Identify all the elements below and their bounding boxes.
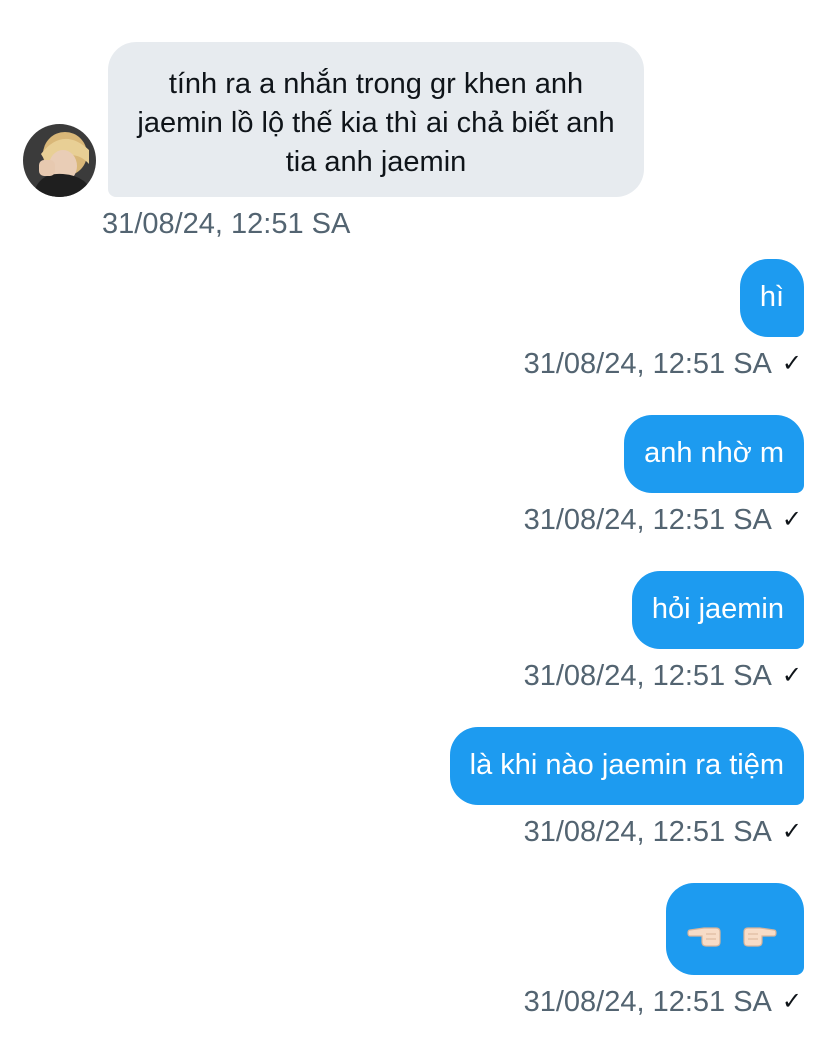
outgoing-message-timestamp: 31/08/24, 12:51 SA ✓ [524,814,802,850]
outgoing-message-timestamp: 31/08/24, 12:51 SA ✓ [524,346,802,382]
outgoing-message-text: hỏi jaemin [651,593,784,625]
outgoing-message-bubble[interactable]: anh nhờ m [624,415,804,493]
outgoing-message-timestamp: 31/08/24, 12:51 SA ✓ [524,984,802,1020]
timestamp-text: 31/08/24, 12:51 SA [523,348,772,380]
outgoing-message-timestamp: 31/08/24, 12:51 SA ✓ [524,502,802,538]
outgoing-message-text: là khi nào jaemin ra tiệm [469,749,784,781]
incoming-message-bubble[interactable]: tính ra a nhắn trong gr khen anh jaemin … [108,42,644,197]
outgoing-message-bubble[interactable]: hì [739,259,804,337]
timestamp-text: 31/08/24, 12:51 SA [523,660,772,692]
sent-check-icon: ✓ [781,818,802,845]
outgoing-message-text: anh nhờ m [644,437,784,469]
timestamp-text: 31/08/24, 12:51 SA [523,504,772,536]
outgoing-message-bubble[interactable]: hỏi jaemin [631,571,804,649]
pointing-right-hand-icon [742,920,778,948]
outgoing-message-text: hì [759,281,784,313]
incoming-message-timestamp: 31/08/24, 12:51 SA [102,208,351,240]
outgoing-message-bubble[interactable]: là khi nào jaemin ra tiệm [449,727,804,805]
timestamp-text: 31/08/24, 12:51 SA [523,816,772,848]
sent-check-icon: ✓ [781,506,802,533]
sent-check-icon: ✓ [781,350,802,377]
pointing-left-hand-icon [686,920,722,948]
sent-check-icon: ✓ [781,988,802,1015]
outgoing-emoji-bubble[interactable] [665,883,804,975]
outgoing-message-timestamp: 31/08/24, 12:51 SA ✓ [524,658,802,694]
contact-avatar[interactable] [23,124,96,197]
incoming-message-text: tính ra a nhắn trong gr khen anh jaemin … [137,68,615,178]
timestamp-text: 31/08/24, 12:51 SA [523,986,772,1018]
sent-check-icon: ✓ [781,662,802,689]
